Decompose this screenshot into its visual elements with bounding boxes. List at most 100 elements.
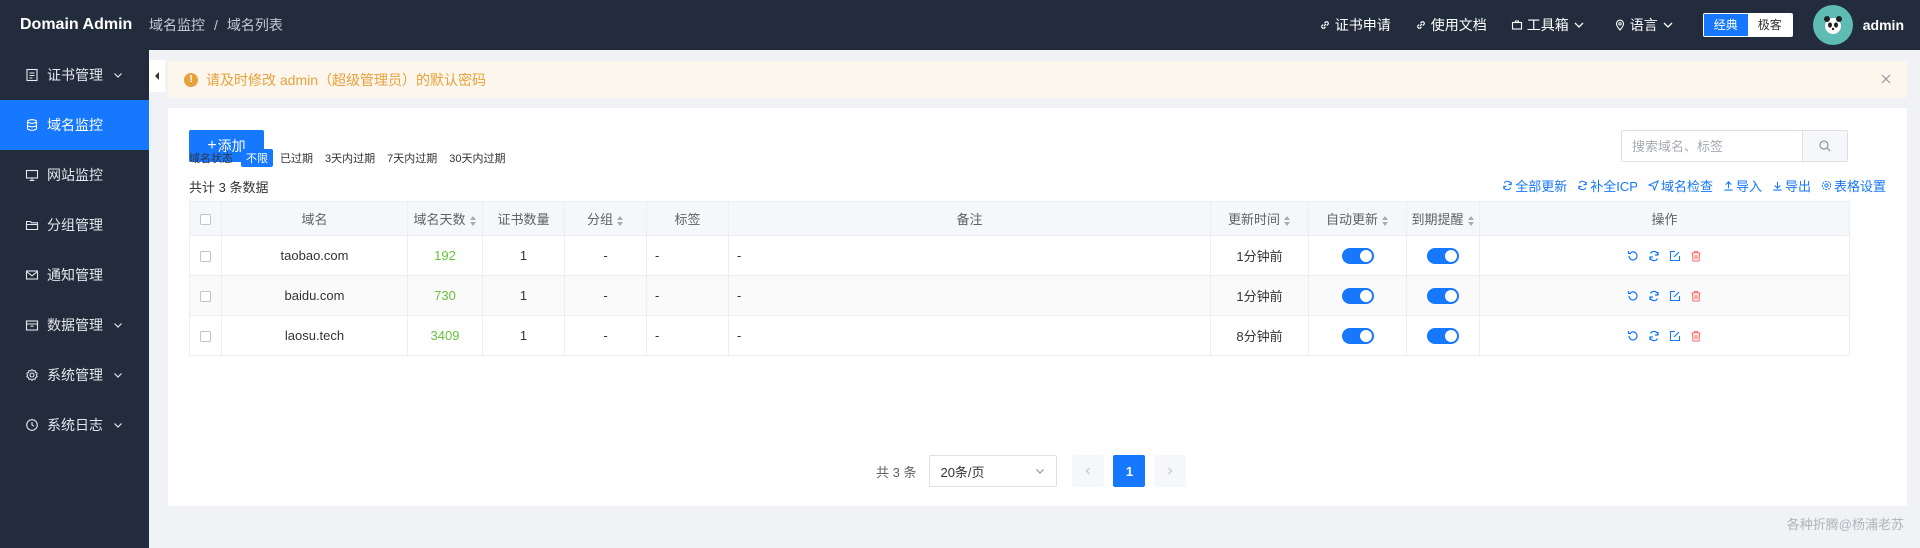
sort-icon [1382,215,1388,226]
delete-icon[interactable] [1690,250,1702,262]
clock-icon [26,419,38,431]
warning-alert: ! 请及时修改 admin（超级管理员）的默认密码 [168,61,1907,98]
edit-icon[interactable] [1669,290,1681,302]
column-header-remark: 备注 [728,201,1211,236]
close-icon[interactable] [1879,72,1893,89]
database-icon [26,119,38,131]
cert-count-cell[interactable]: 1 [482,275,565,316]
cert-apply-link[interactable]: 证书申请 [1319,15,1391,35]
row-checkbox[interactable] [200,331,211,343]
row-checkbox[interactable] [200,251,211,263]
expire-notify-cell [1406,275,1480,316]
filter-option-30days[interactable]: 30天内过期 [444,149,510,167]
pagination-total: 共 3 条 [876,464,917,480]
chevron-left-icon [1086,467,1091,475]
page-size-select[interactable]: 20条/页 [929,455,1058,487]
expire-notify-toggle[interactable] [1427,287,1459,304]
expire-notify-toggle[interactable] [1427,327,1459,344]
domain-check-label: 域名检查 [1660,179,1713,194]
sidebar-item-cert-management[interactable]: 证书管理 [0,50,149,100]
domain-cell[interactable]: laosu.tech [221,315,408,356]
delete-icon[interactable] [1690,290,1702,302]
table-row: taobao.com 192 1 - - - 1分钟前 [189,235,1850,276]
row-select-cell [189,235,222,276]
filter-option-all[interactable]: 不限 [241,149,273,167]
sidebar-collapse-button[interactable] [149,60,165,92]
column-header-days[interactable]: 域名天数 [407,201,483,236]
delete-icon[interactable] [1690,330,1702,342]
import-button[interactable]: 导入 [1723,176,1762,195]
theme-geek-option[interactable]: 极客 [1747,14,1792,36]
auto-update-toggle[interactable] [1341,287,1374,304]
sidebar-item-domain-monitor[interactable]: 域名监控 [0,100,149,150]
sync-icon[interactable] [1648,250,1660,262]
sidebar-item-system-log[interactable]: 系统日志 [0,400,149,450]
update-all-button[interactable]: 全部更新 [1502,176,1567,195]
sync-icon[interactable] [1648,330,1660,342]
sidebar-item-site-monitor[interactable]: 网站监控 [0,150,149,200]
actions-cell [1479,275,1850,316]
domain-cell[interactable]: baidu.com [221,275,408,316]
cert-count-cell[interactable]: 1 [482,235,565,276]
username[interactable]: admin [1863,17,1904,33]
auto-update-toggle[interactable] [1341,327,1374,344]
table-header-row: 域名 域名天数 证书数量 分组 标签 备注 更新时间 自动更新 到期提醒 操作 [189,201,1850,236]
row-checkbox[interactable] [200,291,211,303]
search-button[interactable] [1802,131,1847,161]
domain-cell[interactable]: taobao.com [221,235,408,276]
theme-classic-option[interactable]: 经典 [1703,14,1748,36]
search-icon [1819,140,1831,152]
table-toolbar: 全部更新 补全ICP 域名检查 导入 导出 表格设置 [1492,176,1886,195]
language-dropdown[interactable]: 语言 [1614,15,1679,35]
box-icon [25,320,39,331]
breadcrumb-current: 域名列表 [226,17,283,33]
sidebar-item-group-management[interactable]: 分组管理 [0,200,149,250]
avatar[interactable] [1812,5,1853,45]
next-page-button[interactable] [1154,455,1187,487]
prev-page-button[interactable] [1072,455,1105,487]
mail-icon [25,270,39,280]
page-number-current[interactable]: 1 [1113,455,1146,487]
fill-icp-button[interactable]: 补全ICP [1577,176,1638,195]
search-input[interactable] [1622,131,1802,161]
filter-option-7days[interactable]: 7天内过期 [382,149,442,167]
refresh-icon[interactable] [1627,290,1639,302]
column-header-updated[interactable]: 更新时间 [1210,201,1309,236]
toolbox-dropdown[interactable]: 工具箱 [1511,15,1590,35]
filter-option-expired[interactable]: 已过期 [275,149,318,167]
domain-list-card: + 添加 域名状态 不限 已过期 3天内过期 7天内过期 30天内过期 共计 3… [168,108,1907,506]
send-icon [1647,180,1659,191]
update-all-label: 全部更新 [1515,179,1568,194]
column-header-tags: 标签 [646,201,729,236]
export-button[interactable]: 导出 [1772,176,1811,195]
sidebar-item-label: 系统管理 [47,367,103,383]
edit-icon[interactable] [1669,330,1681,342]
alert-text: 请及时修改 admin（超级管理员）的默认密码 [206,71,487,88]
refresh-icon[interactable] [1627,250,1639,262]
auto-update-toggle[interactable] [1341,247,1374,264]
expire-notify-toggle[interactable] [1427,247,1459,264]
monitor-icon [25,169,39,182]
edit-icon[interactable] [1669,250,1681,262]
sidebar-item-label: 系统日志 [47,417,103,433]
column-header-auto-update[interactable]: 自动更新 [1308,201,1407,236]
column-header-expire-notify[interactable]: 到期提醒 [1406,201,1480,236]
cert-count-cell[interactable]: 1 [482,315,565,356]
select-all-checkbox[interactable] [200,214,211,226]
docs-link[interactable]: 使用文档 [1415,15,1487,35]
sidebar-item-notify-management[interactable]: 通知管理 [0,250,149,300]
chevron-down-icon [1663,22,1673,28]
sidebar-item-system-management[interactable]: 系统管理 [0,350,149,400]
table-settings-button[interactable]: 表格设置 [1821,176,1886,195]
sidebar-item-data-management[interactable]: 数据管理 [0,300,149,350]
export-label: 导出 [1784,179,1811,194]
tags-cell: - [646,275,729,316]
app-logo[interactable]: Domain Admin [0,16,149,34]
filter-option-3days[interactable]: 3天内过期 [320,149,380,167]
domain-check-button[interactable]: 域名检查 [1647,176,1713,195]
sync-icon[interactable] [1648,290,1660,302]
top-header: Domain Admin 域名监控 / 域名列表 证书申请 使用文档 工具箱 语… [0,0,1920,50]
breadcrumb-item[interactable]: 域名监控 [149,15,205,35]
column-header-group[interactable]: 分组 [564,201,647,236]
refresh-icon[interactable] [1627,330,1639,342]
